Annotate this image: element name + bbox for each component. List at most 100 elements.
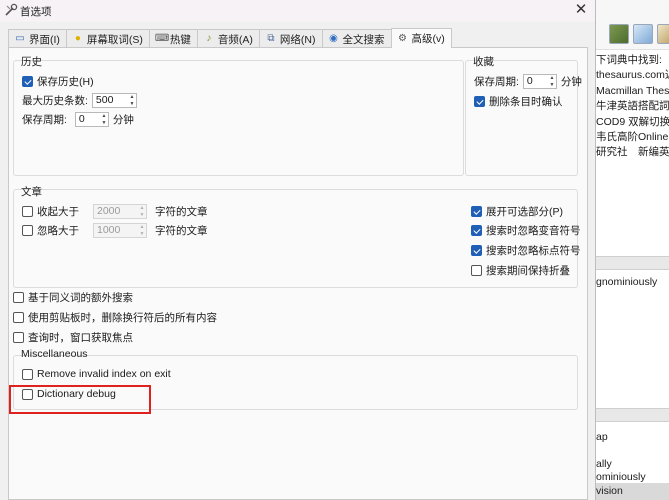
tab-label: 全文搜索 xyxy=(342,33,385,46)
pane-divider[interactable] xyxy=(595,408,669,422)
dictionary-tool-icon[interactable] xyxy=(657,24,669,44)
max-history-row: 最大历史条数: 500 ▲ ▼ xyxy=(22,93,137,108)
keep-folded-checkbox[interactable] xyxy=(471,265,482,276)
advanced-settings-panel: 历史 保存历史(H) 最大历史条数: 500 ▲ ▼ 保存周期: 0 ▲ ▼ 分钟 … xyxy=(8,47,588,500)
spin-arrows-icon[interactable]: ▲ ▼ xyxy=(137,224,146,237)
history-period-value: 0 xyxy=(78,113,85,125)
history-period-row: 保存周期: 0 ▲ ▼ 分钟 xyxy=(22,112,134,127)
remove-invalid-checkbox[interactable] xyxy=(22,368,33,380)
selected-word-item[interactable]: vision xyxy=(595,483,669,500)
dictionary-list-item[interactable]: COD9 双解切换 xyxy=(596,115,669,130)
tab-bar: ▭ 界面(I) ● 屏幕取词(S) ⌨ 热键 ♪ 音频(A) ⧉ 网络(N) ◉… xyxy=(8,28,452,48)
spin-arrows-icon[interactable]: ▲ ▼ xyxy=(547,75,556,88)
synonym-search-checkbox[interactable] xyxy=(13,292,24,303)
remove-invalid-label: Remove invalid index on exit xyxy=(37,368,171,380)
confirm-delete-label: 删除条目时确认 xyxy=(489,96,563,108)
tab-advanced[interactable]: ⚙ 高级(v) xyxy=(390,28,452,48)
favorites-period-value: 0 xyxy=(526,75,533,87)
pane-divider[interactable] xyxy=(595,256,669,270)
history-period-label: 保存周期: xyxy=(22,114,67,126)
tab-label: 屏幕取词(S) xyxy=(86,33,143,46)
network-icon: ⧉ xyxy=(267,33,275,44)
focus-window-option[interactable]: 查询时，窗口获取焦点 xyxy=(13,330,133,345)
collapse-articles-label: 收起大于 xyxy=(37,206,79,218)
tab-audio[interactable]: ♪ 音频(A) xyxy=(196,29,260,48)
close-icon: ✕ xyxy=(574,1,588,18)
max-history-label: 最大历史条数: xyxy=(22,95,88,107)
clipboard-checkbox[interactable] xyxy=(13,312,24,323)
collapse-articles-checkbox[interactable] xyxy=(22,206,33,217)
history-period-spinbox[interactable]: 0 ▲ ▼ xyxy=(74,112,109,127)
collapse-articles-spinbox[interactable]: 2000 ▲ ▼ xyxy=(93,204,147,219)
background-app-toolbar xyxy=(595,0,669,50)
preferences-dialog: 首选项 ✕ ▭ 界面(I) ● 屏幕取词(S) ⌨ 热键 ♪ 音频(A) ⧉ 网… xyxy=(0,0,596,500)
tab-label: 热键 xyxy=(169,33,191,46)
ignore-articles-value: 1000 xyxy=(97,224,121,236)
dictionary-tool-icon[interactable] xyxy=(633,24,653,44)
ignore-articles-suffix: 字符的文章 xyxy=(155,225,208,237)
dictionary-list-item[interactable]: 牛津英語搭配詞典 xyxy=(596,99,669,114)
remove-invalid-option[interactable]: Remove invalid index on exit xyxy=(22,368,171,380)
tab-network[interactable]: ⧉ 网络(N) xyxy=(258,29,323,48)
expand-optional-checkbox[interactable] xyxy=(471,206,482,217)
tab-label: 高级(v) xyxy=(411,33,445,45)
spin-arrows-icon[interactable]: ▲ ▼ xyxy=(137,205,146,218)
search-globe-icon: ◉ xyxy=(329,33,338,44)
tab-screen-capture[interactable]: ● 屏幕取词(S) xyxy=(65,29,150,48)
focus-window-label: 查询时，窗口获取焦点 xyxy=(28,332,133,344)
save-history-option[interactable]: 保存历史(H) xyxy=(22,74,94,89)
word-list-item[interactable]: ominiously xyxy=(596,471,646,483)
history-group-title: 历史 xyxy=(21,56,42,68)
music-icon: ♪ xyxy=(206,33,212,44)
confirm-delete-checkbox[interactable] xyxy=(474,96,485,107)
ignore-diacritics-checkbox[interactable] xyxy=(471,225,482,236)
tab-fulltext-search[interactable]: ◉ 全文搜索 xyxy=(321,29,392,48)
ignore-punctuation-option[interactable]: 搜索时忽略标点符号 xyxy=(471,243,581,258)
clipboard-option[interactable]: 使用剪贴板时，删除换行符后的所有内容 xyxy=(13,310,217,325)
misc-group-title: Miscellaneous xyxy=(21,348,88,360)
word-list-item[interactable]: ally xyxy=(596,458,612,470)
spin-arrows-icon[interactable]: ▲ ▼ xyxy=(99,113,108,126)
ignore-articles-label: 忽略大于 xyxy=(37,225,79,237)
synonym-search-option[interactable]: 基于同义词的额外搜索 xyxy=(13,290,133,305)
dictionary-list-item[interactable]: 韦氏高阶Online xyxy=(596,130,669,145)
confirm-delete-option[interactable]: 删除条目时确认 xyxy=(474,94,563,109)
dictionary-list-item[interactable]: Macmillan Thesa xyxy=(596,84,669,99)
dictionary-list-item[interactable]: thesaurus.com近 xyxy=(596,68,669,83)
expand-optional-option[interactable]: 展开可选部分(P) xyxy=(471,204,563,219)
max-history-spinbox[interactable]: 500 ▲ ▼ xyxy=(91,93,137,108)
dictionary-list-header: 下词典中找到: xyxy=(596,54,662,66)
history-period-unit: 分钟 xyxy=(112,114,134,126)
favorites-period-label: 保存周期: xyxy=(474,76,519,88)
window-title: 首选项 xyxy=(20,6,52,18)
ignore-articles-checkbox[interactable] xyxy=(22,225,33,236)
tab-hotkeys[interactable]: ⌨ 热键 xyxy=(148,29,198,48)
favorites-group-title: 收藏 xyxy=(473,56,494,68)
spin-arrows-icon[interactable]: ▲ ▼ xyxy=(127,94,136,107)
expand-optional-label: 展开可选部分(P) xyxy=(486,206,563,218)
title-bar[interactable]: 首选项 ✕ xyxy=(0,0,595,22)
word-list-item[interactable]: ap xyxy=(596,431,608,443)
favorites-period-spinbox[interactable]: 0 ▲ ▼ xyxy=(522,74,557,89)
close-button[interactable]: ✕ xyxy=(571,1,591,21)
ignore-punctuation-checkbox[interactable] xyxy=(471,245,482,256)
ignore-diacritics-option[interactable]: 搜索时忽略变音符号 xyxy=(471,223,581,238)
save-history-checkbox[interactable] xyxy=(22,76,33,87)
gear-icon: ⚙ xyxy=(398,32,407,44)
ignore-punctuation-label: 搜索时忽略标点符号 xyxy=(486,245,581,257)
dictionary-tool-icon[interactable] xyxy=(609,24,629,44)
tab-label: 界面(I) xyxy=(29,33,60,46)
tab-label: 音频(A) xyxy=(217,33,253,46)
focus-window-checkbox[interactable] xyxy=(13,332,24,343)
save-history-label: 保存历史(H) xyxy=(37,76,94,88)
dictionary-list-item[interactable]: 研究社 新编英和 xyxy=(596,145,669,160)
preferences-icon xyxy=(5,3,18,16)
dictionary-list: 下词典中找到: thesaurus.com近 Macmillan Thesa 牛… xyxy=(595,53,669,161)
tab-interface[interactable]: ▭ 界面(I) xyxy=(8,29,67,48)
ignore-articles-row: 忽略大于 1000 ▲ ▼ 字符的文章 xyxy=(22,223,208,238)
lightbulb-icon: ● xyxy=(74,33,81,44)
ignore-articles-spinbox[interactable]: 1000 ▲ ▼ xyxy=(93,223,147,238)
monitor-icon: ▭ xyxy=(15,33,25,44)
word-list-item[interactable]: gnominiously xyxy=(596,276,657,288)
keep-folded-option[interactable]: 搜索期间保持折叠 xyxy=(471,263,570,278)
